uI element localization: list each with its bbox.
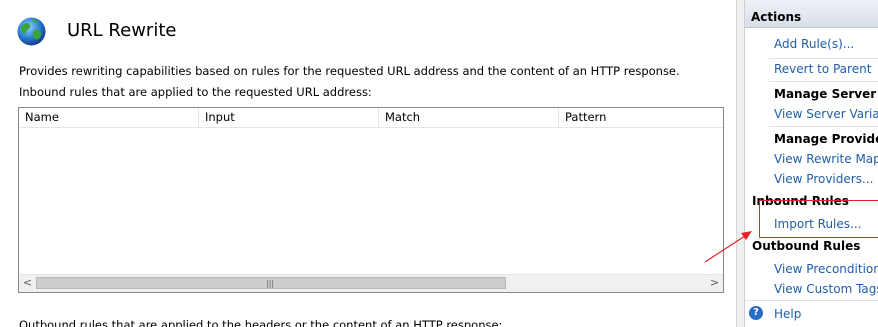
separator (769, 81, 878, 82)
scroll-left-button[interactable]: < (19, 275, 36, 292)
horizontal-scrollbar[interactable]: < ||| > (19, 274, 723, 292)
manage-providers-heading: Manage Providers (774, 132, 878, 146)
scrollbar-thumb[interactable]: ||| (36, 277, 506, 289)
view-preconditions-link[interactable]: View Preconditions... (774, 262, 878, 276)
help-icon[interactable]: ? (749, 306, 763, 320)
add-rules-link[interactable]: Add Rule(s)... (774, 37, 854, 51)
scroll-right-button[interactable]: > (706, 275, 723, 292)
column-header-match[interactable]: Match (379, 108, 559, 127)
view-providers-link[interactable]: View Providers... (774, 172, 873, 186)
scrollbar-grip: ||| (266, 279, 275, 288)
view-custom-tags-link[interactable]: View Custom Tags... (774, 282, 878, 296)
help-link[interactable]: Help (774, 307, 801, 321)
grid-header: Name Input Match Pattern (19, 108, 723, 128)
separator (769, 58, 878, 59)
column-header-pattern[interactable]: Pattern (559, 108, 723, 127)
outbound-rules-heading: Outbound Rules (752, 239, 861, 253)
feature-description: Provides rewriting capabilities based on… (19, 64, 680, 78)
column-header-input[interactable]: Input (199, 108, 379, 127)
view-server-variables-link[interactable]: View Server Variable (774, 107, 878, 121)
separator (769, 126, 878, 127)
import-rules-highlight-box (759, 200, 878, 238)
actions-title: Actions (745, 0, 878, 28)
column-header-name[interactable]: Name (19, 108, 199, 127)
manage-server-variables-heading: Manage Server Var (774, 87, 878, 101)
page-title: URL Rewrite (67, 20, 177, 41)
inbound-rules-grid[interactable]: Name Input Match Pattern < ||| > (18, 107, 724, 293)
view-rewrite-maps-link[interactable]: View Rewrite Maps... (774, 152, 878, 166)
actions-pane: Actions Add Rule(s)... Revert to Parent … (744, 0, 878, 327)
inbound-rules-label: Inbound rules that are applied to the re… (19, 85, 372, 99)
separator (745, 300, 878, 301)
globe-icon (17, 17, 46, 46)
url-rewrite-panel: URL Rewrite Provides rewriting capabilit… (0, 0, 737, 327)
revert-to-parent-link[interactable]: Revert to Parent (774, 62, 871, 76)
outbound-rules-label: Outbound rules that are applied to the h… (19, 318, 503, 327)
